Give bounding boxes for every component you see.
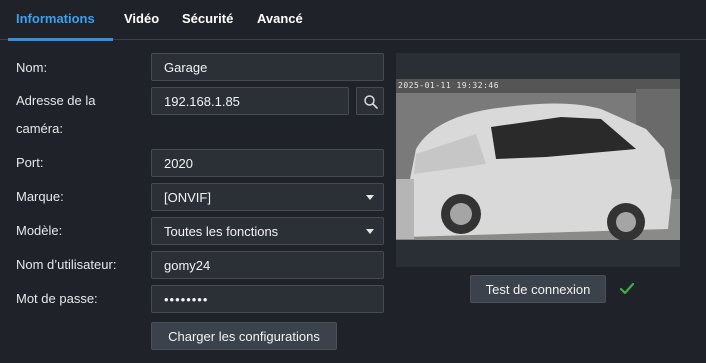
camera-snapshot: 2025-01-11 19:32:46 <box>396 79 680 240</box>
model-label: Modèle: <box>16 223 63 238</box>
username-label: Nom d’utilisateur: <box>16 257 117 272</box>
chevron-down-icon <box>366 195 374 200</box>
tab-informations[interactable]: Informations <box>16 11 95 41</box>
active-tab-indicator <box>8 38 113 41</box>
model-select[interactable]: Toutes les fonctions <box>151 217 384 245</box>
password-label: Mot de passe: <box>16 291 98 306</box>
port-label: Port: <box>16 155 44 170</box>
chevron-down-icon <box>366 229 374 234</box>
model-select-value: Toutes les fonctions <box>164 224 279 239</box>
address-label-line1: Adresse de la <box>16 93 96 108</box>
address-label-line2: caméra: <box>16 121 63 136</box>
tab-avance[interactable]: Avancé <box>257 11 303 41</box>
port-input[interactable]: 2020 <box>151 149 384 177</box>
load-configurations-button[interactable]: Charger les configurations <box>151 322 337 350</box>
check-icon <box>619 282 635 295</box>
password-input[interactable]: •••••••• <box>151 285 384 313</box>
username-input[interactable]: gomy24 <box>151 251 384 279</box>
name-label: Nom: <box>16 60 48 75</box>
search-icon <box>364 95 378 109</box>
tab-video[interactable]: Vidéo <box>124 11 159 41</box>
camera-timestamp: 2025-01-11 19:32:46 <box>398 81 500 90</box>
search-button[interactable] <box>356 87 384 115</box>
name-input[interactable]: Garage <box>151 53 384 81</box>
tab-bar: Informations Vidéo Sécurité Avancé <box>0 0 706 41</box>
brand-label: Marque: <box>16 189 64 204</box>
address-input[interactable]: 192.168.1.85 <box>151 87 349 115</box>
tab-securite[interactable]: Sécurité <box>182 11 233 41</box>
camera-preview-panel: 2025-01-11 19:32:46 <box>396 53 680 267</box>
camera-snapshot-illustration <box>396 79 680 240</box>
brand-select-value: [ONVIF] <box>164 190 211 205</box>
brand-select[interactable]: [ONVIF] <box>151 183 384 211</box>
test-connection-button[interactable]: Test de connexion <box>470 275 606 303</box>
